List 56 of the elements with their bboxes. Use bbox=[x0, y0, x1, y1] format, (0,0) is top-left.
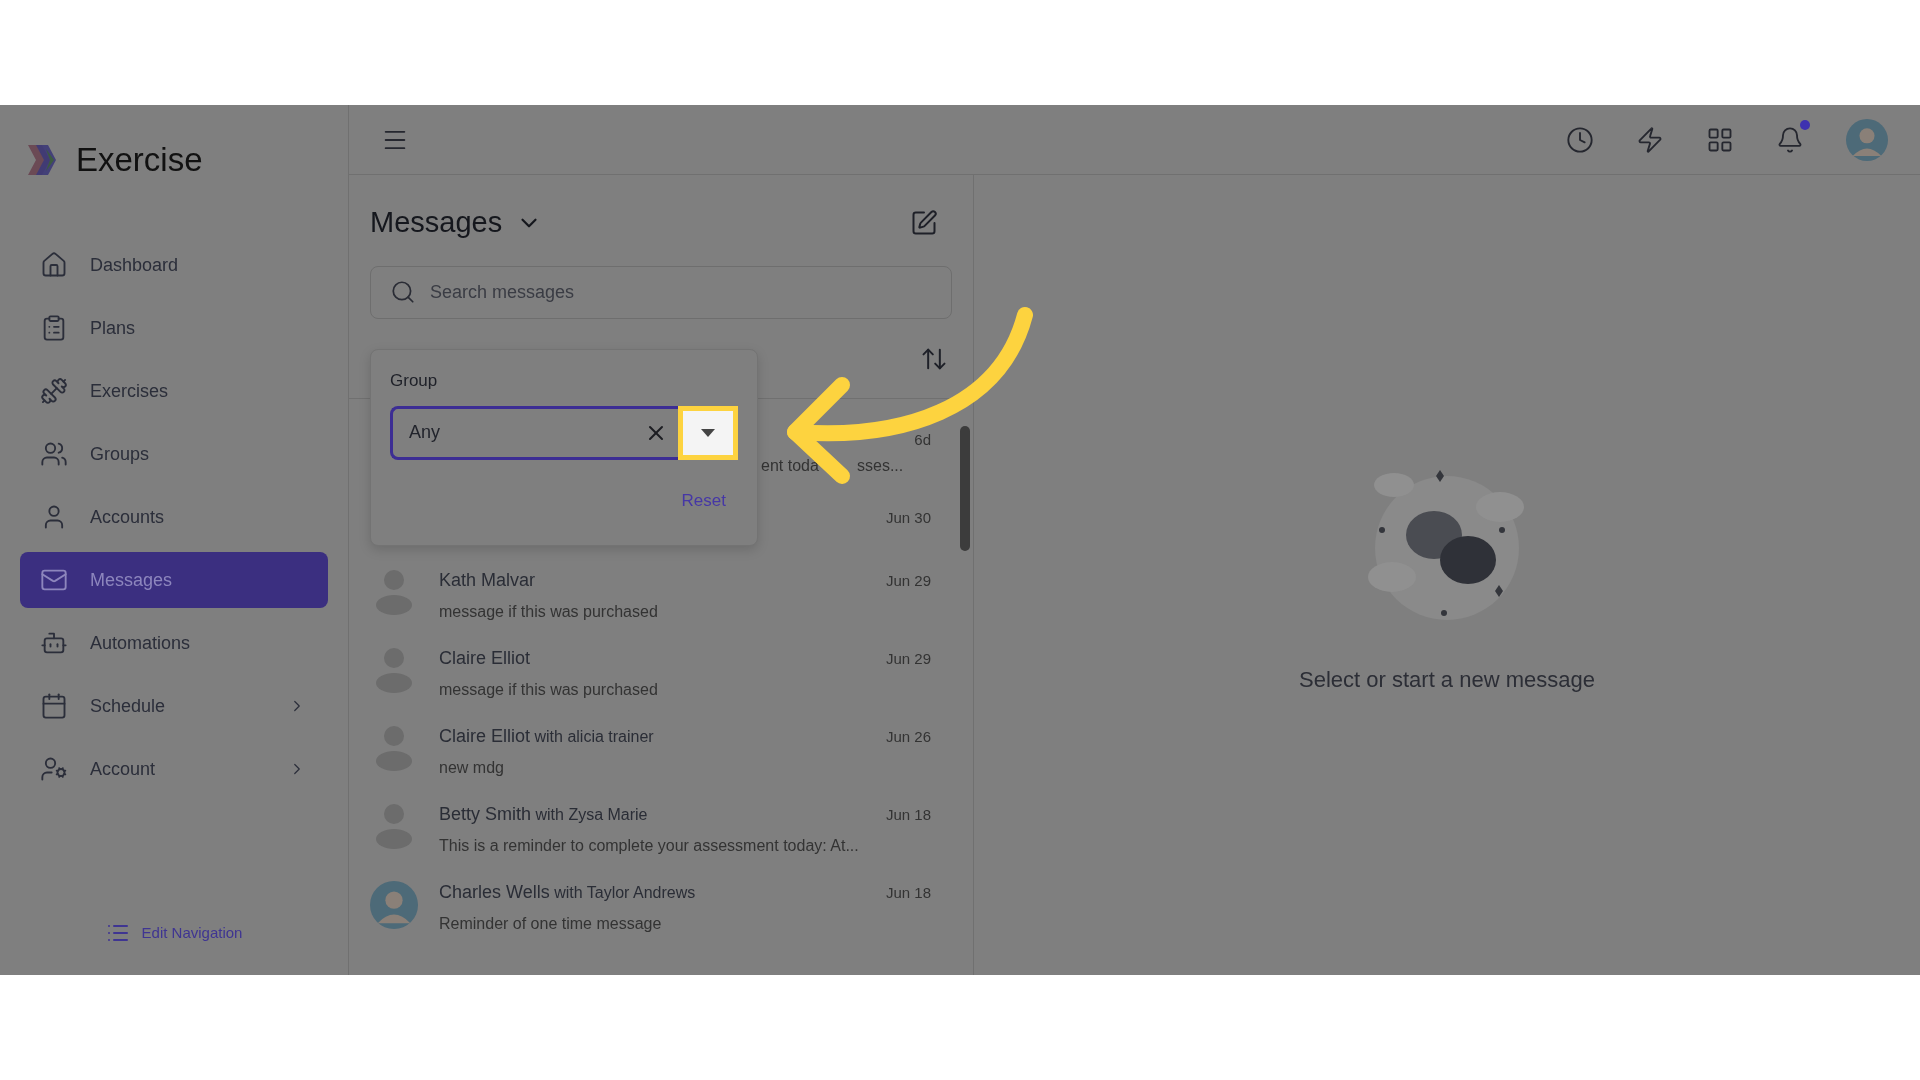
scrollbar-thumb[interactable] bbox=[960, 426, 970, 551]
nav-item[interactable]: Schedule bbox=[20, 678, 328, 734]
users-icon bbox=[40, 440, 68, 468]
nav-item[interactable]: Automations bbox=[20, 615, 328, 671]
conversation-item[interactable]: Claire Elliot Jun 29 message if this was purchased bbox=[349, 633, 973, 711]
field-label: Group bbox=[390, 370, 439, 392]
message-preview: new mdg bbox=[439, 758, 505, 778]
logo-text: Exercise bbox=[76, 140, 203, 181]
dropdown-button[interactable] bbox=[678, 405, 738, 460]
nav-item[interactable]: Groups bbox=[20, 426, 328, 482]
message-preview: message if this was purchased bbox=[439, 602, 659, 622]
dumbbell-icon bbox=[40, 377, 68, 405]
message-date: Jun 29 bbox=[885, 649, 931, 669]
edit-navigation-link[interactable]: Edit Navigation bbox=[105, 921, 243, 945]
avatar-icon bbox=[1846, 118, 1888, 161]
conversation-item[interactable]: Charles Wells with Taylor Andrews Jun 18 Reminder of one time message bbox=[349, 867, 973, 945]
conversation-item[interactable]: Betty Smith with Zysa Marie Jun 18 This is a reminder to complete your assessment today: At... bbox=[349, 789, 973, 867]
conversation-item[interactable]: Kath Malvar Jun 29 message if this was purchased bbox=[349, 555, 973, 633]
message-date: Jun 30 bbox=[885, 508, 931, 528]
group-select[interactable]: Any bbox=[390, 405, 678, 460]
lightning-icon[interactable] bbox=[1636, 125, 1664, 154]
message-preview: Reminder of one time message bbox=[439, 914, 663, 934]
user-gear-icon bbox=[40, 755, 68, 783]
calendar-icon bbox=[40, 692, 68, 720]
search-icon bbox=[390, 279, 416, 305]
nav-item[interactable]: Messages bbox=[20, 552, 328, 608]
nav-item[interactable]: Accounts bbox=[20, 489, 328, 545]
home-icon bbox=[40, 251, 68, 279]
message-date: Jun 26 bbox=[885, 727, 931, 747]
message-date: 6d bbox=[914, 430, 931, 450]
caret-icon bbox=[701, 428, 715, 437]
conversation-title: Claire Elliot bbox=[439, 647, 531, 670]
panel-title: Messages bbox=[370, 204, 503, 240]
conversation-title: Claire Elliot with alicia trainer bbox=[439, 725, 654, 748]
compose-icon[interactable] bbox=[910, 208, 938, 237]
message-preview: This is a reminder to complete your assessment today: At... bbox=[439, 836, 860, 856]
bell-icon[interactable] bbox=[1776, 125, 1804, 154]
empty-state-text: Select or start a new message bbox=[1299, 666, 1595, 694]
nav-item[interactable]: Account bbox=[20, 741, 328, 797]
nav-item[interactable]: Exercises bbox=[20, 363, 328, 419]
message-preview: sses... bbox=[857, 456, 904, 476]
message-date: Jun 18 bbox=[885, 805, 931, 825]
conversation-title: Betty Smith with Zysa Marie bbox=[439, 803, 648, 826]
message-date: Jun 29 bbox=[885, 571, 931, 591]
nav-item[interactable]: Plans bbox=[20, 300, 328, 356]
conversation-title: Kath Malvar bbox=[439, 569, 536, 592]
reset-button[interactable]: Reset bbox=[681, 487, 726, 513]
conversation-item[interactable]: Claire Elliot with alicia trainer Jun 26 new mdg bbox=[349, 711, 973, 789]
message-preview: message if this was purchased bbox=[439, 680, 659, 700]
message-preview: ent toda bbox=[761, 456, 819, 476]
nav-item[interactable]: Dashboard bbox=[20, 237, 328, 293]
conversation-title: Charles Wells with Taylor Andrews bbox=[439, 881, 696, 904]
search-field[interactable]: Search messages bbox=[370, 266, 952, 319]
message-date: Jun 18 bbox=[885, 883, 931, 903]
clock-icon[interactable] bbox=[1566, 125, 1594, 154]
avatar-icon bbox=[370, 881, 418, 929]
